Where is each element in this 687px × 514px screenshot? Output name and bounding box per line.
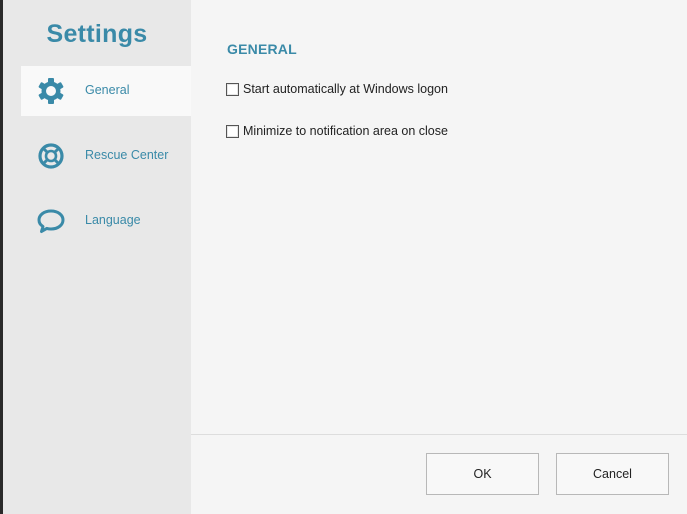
section-heading: GENERAL [227,41,297,57]
gear-icon [38,78,64,104]
footer-divider [191,434,687,435]
option-label: Minimize to notification area on close [243,124,448,138]
speech-bubble-icon [37,209,65,233]
sidebar-item-label: General [85,83,130,97]
ok-button[interactable]: OK [426,453,539,495]
settings-content: GENERAL Start automatically at Windows l… [191,0,687,514]
sidebar-item-label: Language [85,213,141,227]
option-start-at-logon[interactable]: Start automatically at Windows logon [226,81,448,97]
sidebar-item-label: Rescue Center [85,148,169,162]
lifebuoy-icon [38,143,64,169]
start-at-logon-checkbox[interactable] [226,82,239,96]
sidebar-item-language[interactable]: Language [21,196,191,246]
sidebar: Settings General Rescue Center Language [3,0,191,514]
sidebar-title: Settings [46,20,148,48]
minimize-to-tray-checkbox[interactable] [226,124,239,138]
settings-window: Settings General Rescue Center Language … [0,0,687,514]
sidebar-item-general[interactable]: General [21,66,191,116]
option-label: Start automatically at Windows logon [243,82,448,96]
cancel-button[interactable]: Cancel [556,453,669,495]
option-minimize-to-tray[interactable]: Minimize to notification area on close [226,123,448,139]
sidebar-item-rescue-center[interactable]: Rescue Center [21,131,191,181]
